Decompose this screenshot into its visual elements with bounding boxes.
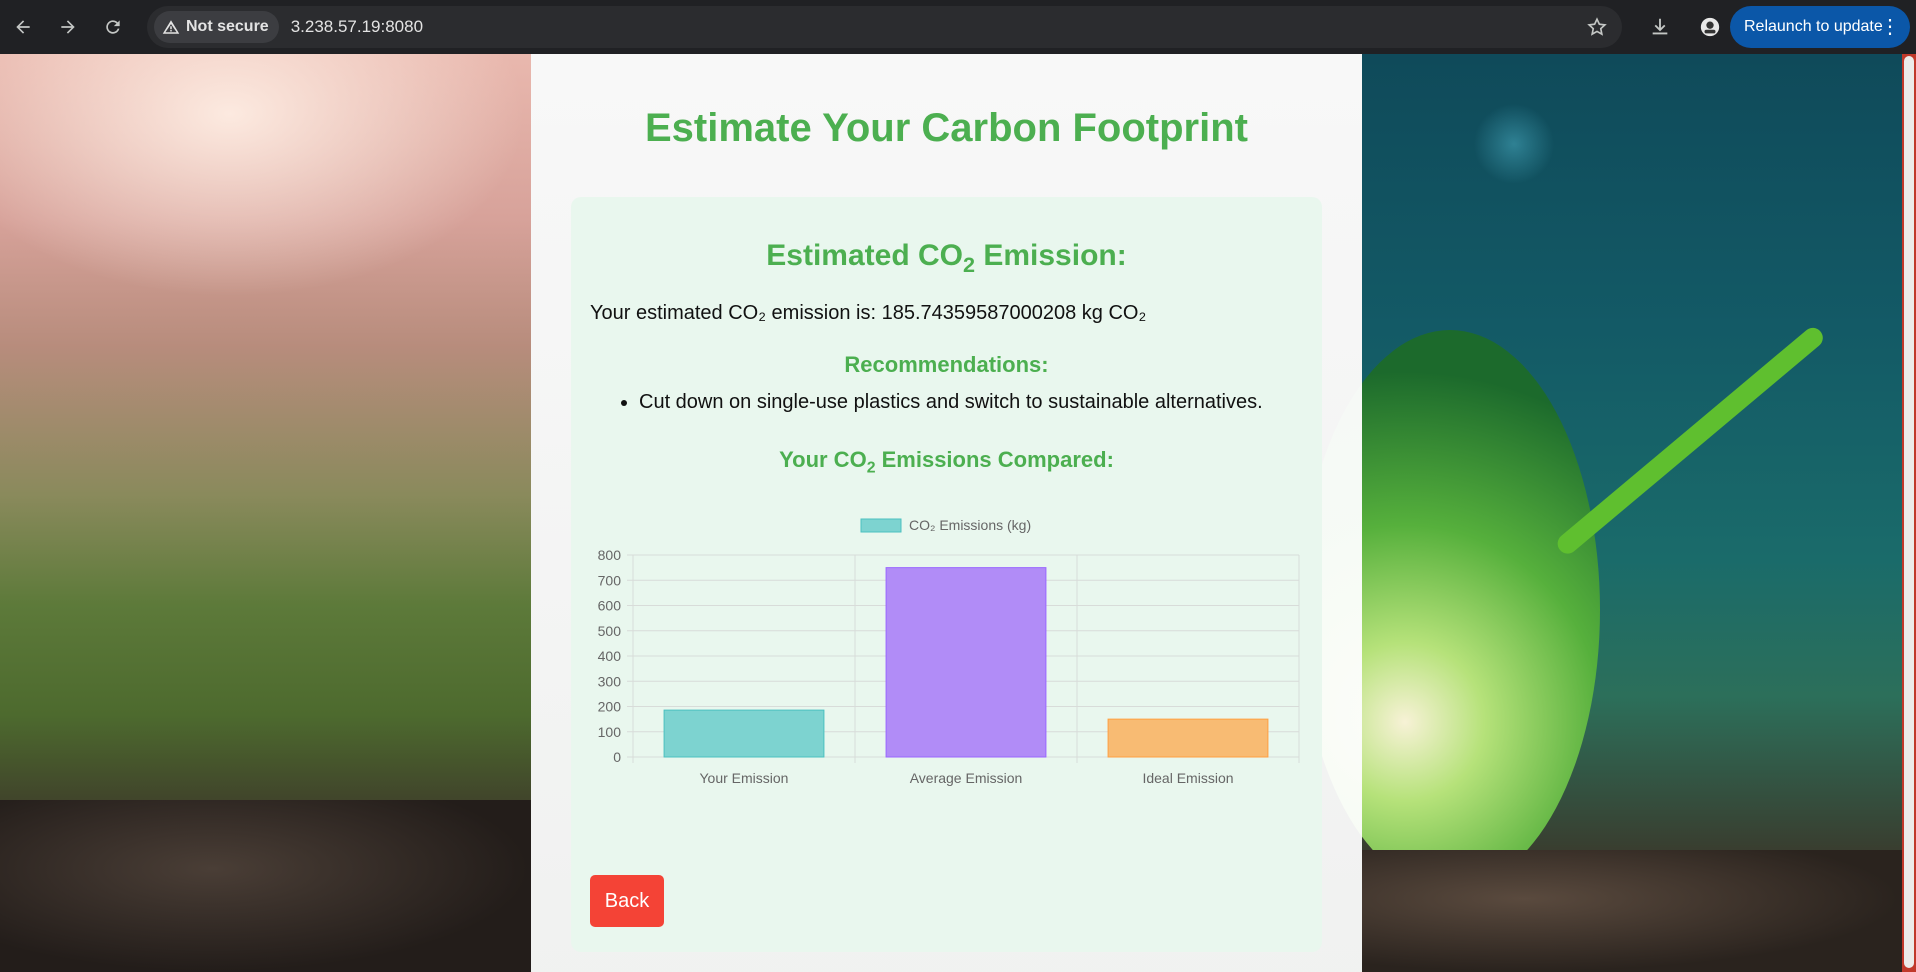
y-tick-label: 800 [598, 547, 622, 563]
soil-image-right [1362, 850, 1902, 972]
y-tick-label: 300 [598, 673, 622, 689]
y-tick-label: 200 [598, 699, 622, 715]
more-menu-icon[interactable]: ⋮ [1880, 15, 1900, 39]
y-tick-label: 700 [598, 572, 622, 588]
recommendations-list: Cut down on single-use plastics and swit… [609, 385, 1263, 420]
result-card: Estimated CO2 Emission: Your estimated C… [571, 197, 1322, 952]
download-icon[interactable] [1640, 7, 1680, 47]
emissions-bar-chart: CO₂ Emissions (kg) 0 100 200 300 400 500 600 700… [598, 517, 1300, 786]
emission-result-text: Your estimated CO₂ emission is: 185.7435… [590, 302, 1147, 324]
profile-avatar-icon[interactable] [1690, 7, 1730, 47]
warning-icon [162, 20, 180, 34]
x-tick-label: Your Emission [700, 770, 789, 786]
legend-swatch [860, 518, 902, 533]
recommendation-item: Cut down on single-use plastics and swit… [639, 391, 1263, 414]
back-arrow-icon[interactable] [1, 5, 45, 49]
main-container: Estimate Your Carbon Footprint Estimated… [531, 54, 1362, 972]
y-tick-label: 500 [598, 623, 622, 639]
y-tick-label: 600 [598, 598, 622, 614]
relaunch-label: Relaunch to update [1744, 18, 1883, 35]
emission-heading: Estimated CO2 Emission: [766, 239, 1127, 277]
y-tick-label: 100 [598, 724, 622, 740]
y-tick-label: 400 [598, 648, 622, 664]
bar [1107, 718, 1269, 758]
reload-icon[interactable] [91, 5, 135, 49]
x-tick-label: Ideal Emission [1142, 770, 1233, 786]
comparison-heading: Your CO2 Emissions Compared: [779, 447, 1114, 477]
address-bar[interactable]: Not secure 3.238.57.19:8080 [147, 6, 1622, 48]
security-chip[interactable]: Not secure [154, 11, 279, 43]
url-text[interactable]: 3.238.57.19:8080 [291, 17, 423, 37]
bookmark-star-icon[interactable] [1586, 16, 1608, 38]
legend-label: CO₂ Emissions (kg) [909, 517, 1031, 533]
back-button[interactable]: Back [590, 875, 664, 927]
x-tick-label: Average Emission [910, 770, 1023, 786]
bar [885, 567, 1047, 758]
relaunch-button[interactable]: Relaunch to update ⋮ [1730, 6, 1910, 48]
y-tick-label: 0 [613, 749, 621, 765]
security-label: Not secure [186, 18, 269, 35]
forward-arrow-icon[interactable] [46, 5, 90, 49]
browser-toolbar: Not secure 3.238.57.19:8080 Relaunch to … [0, 0, 1916, 54]
bar [663, 709, 825, 758]
recommendations-heading: Recommendations: [844, 352, 1049, 377]
soil-image-left [0, 800, 531, 972]
page-title: Estimate Your Carbon Footprint [645, 106, 1248, 150]
scrollbar-thumb[interactable] [1904, 56, 1914, 968]
